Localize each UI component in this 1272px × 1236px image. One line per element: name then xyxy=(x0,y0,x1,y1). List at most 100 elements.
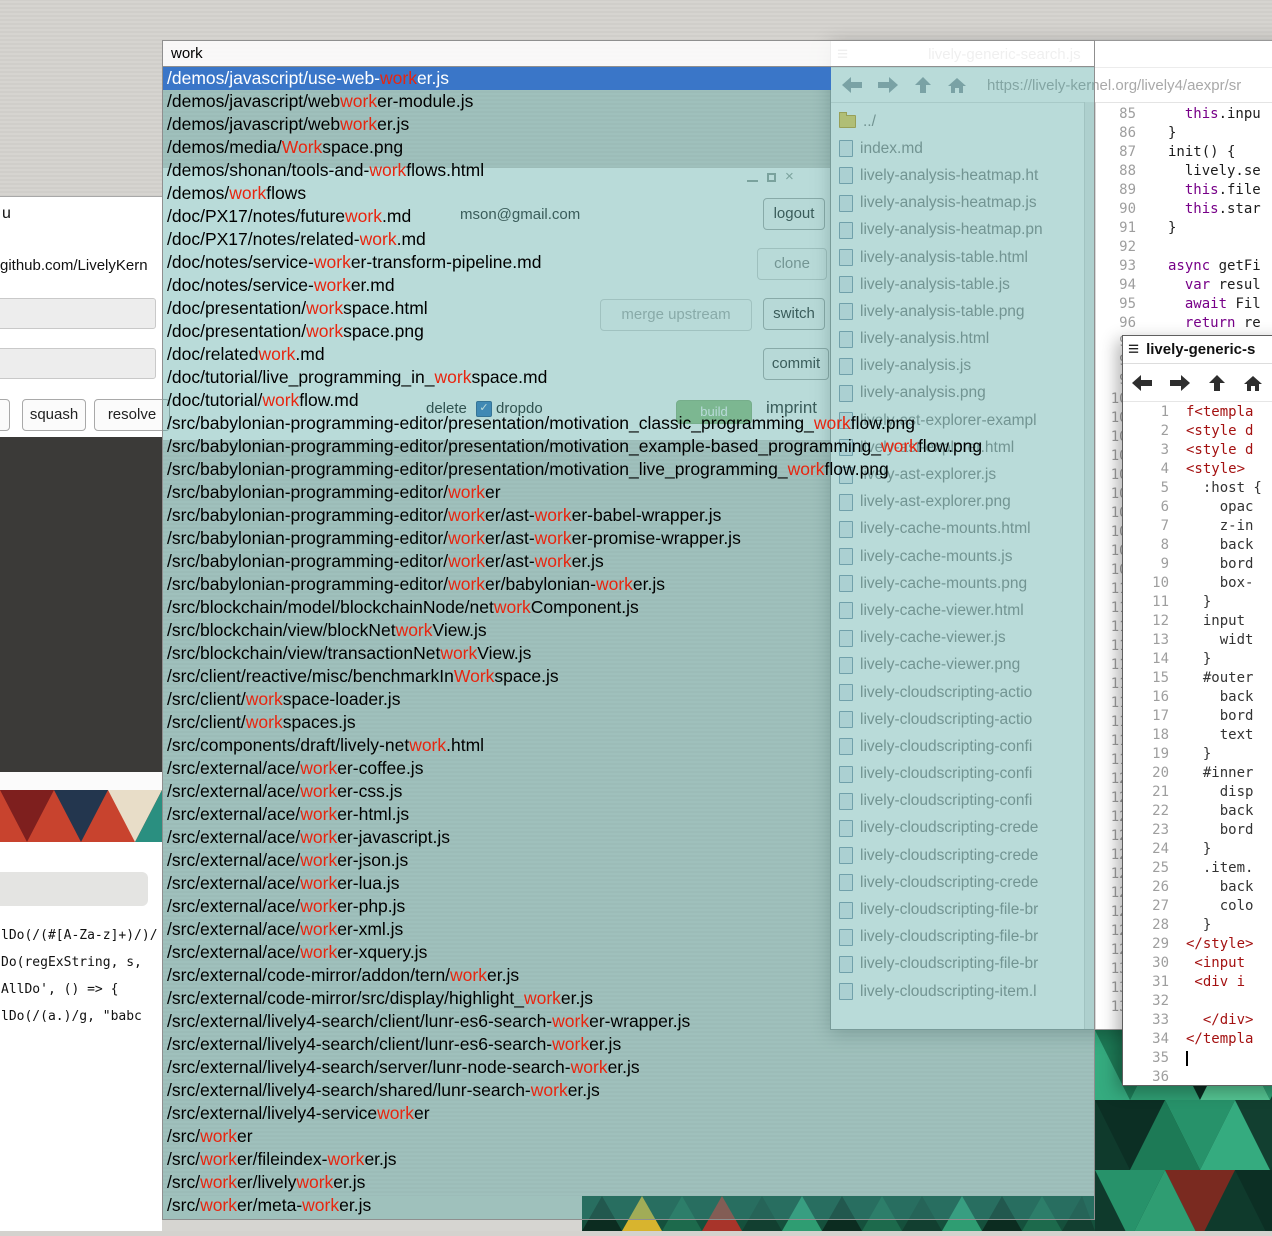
editor-line[interactable]: 20 #inner xyxy=(1123,764,1272,783)
editor-line[interactable]: 14 } xyxy=(1123,650,1272,669)
editor-line[interactable]: 24 } xyxy=(1123,840,1272,859)
search-result-item[interactable]: /src/blockchain/model/blockchainNode/net… xyxy=(163,596,1094,619)
search-result-item[interactable]: /src/blockchain/view/blockNetworkView.js xyxy=(163,619,1094,642)
editor-line[interactable]: 85 this.inpu xyxy=(1096,105,1272,124)
editor-line[interactable]: 93async getFi xyxy=(1096,257,1272,276)
editor-line[interactable]: 10 box- xyxy=(1123,574,1272,593)
search-result-item[interactable]: /src/worker/meta-worker.js xyxy=(163,1194,1094,1217)
search-result-item[interactable]: /doc/tutorial/workflow.md xyxy=(163,389,1094,412)
editor-line[interactable]: 32 xyxy=(1123,992,1272,1011)
editor-line[interactable]: 2<style d xyxy=(1123,422,1272,441)
editor-line[interactable]: 26 back xyxy=(1123,878,1272,897)
search-result-item[interactable]: /demos/media/Workspace.png xyxy=(163,136,1094,159)
search-result-item[interactable]: /src/external/code-mirror/addon/tern/wor… xyxy=(163,964,1094,987)
search-result-item[interactable]: /doc/presentation/workspace.html xyxy=(163,297,1094,320)
menu-icon[interactable]: ≡ xyxy=(1128,340,1139,359)
editor-line[interactable]: 27 colo xyxy=(1123,897,1272,916)
search-result-item[interactable]: /doc/PX17/notes/futurework.md xyxy=(163,205,1094,228)
editor-line[interactable]: 89 this.file xyxy=(1096,181,1272,200)
search-result-item[interactable]: /src/external/lively4-search/client/lunr… xyxy=(163,1010,1094,1033)
editor-line[interactable]: 17 bord xyxy=(1123,707,1272,726)
editor-line[interactable]: 18 text xyxy=(1123,726,1272,745)
editor-line[interactable]: 11 } xyxy=(1123,593,1272,612)
editor-line[interactable]: 21 disp xyxy=(1123,783,1272,802)
clipped-button[interactable]: f xyxy=(0,399,10,431)
editor-line[interactable]: 92 xyxy=(1096,238,1272,257)
resolve-button[interactable]: resolve xyxy=(94,399,170,431)
search-result-item[interactable]: /src/components/draft/lively-network.htm… xyxy=(163,734,1094,757)
search-result-item[interactable]: /src/client/reactive/misc/benchmarkInWor… xyxy=(163,665,1094,688)
editor-line[interactable]: 5 :host { xyxy=(1123,479,1272,498)
search-result-item[interactable]: /src/external/lively4-search/client/lunr… xyxy=(163,1033,1094,1056)
up-icon[interactable] xyxy=(1207,374,1227,392)
editor-line[interactable]: 28 } xyxy=(1123,916,1272,935)
search-result-item[interactable]: /src/external/ace/worker-php.js xyxy=(163,895,1094,918)
search-result-item[interactable]: /src/client/workspaces.js xyxy=(163,711,1094,734)
editor-line[interactable]: 33 </div> xyxy=(1123,1011,1272,1030)
editor-line[interactable]: 36 xyxy=(1123,1068,1272,1086)
editor-line[interactable]: 23 bord xyxy=(1123,821,1272,840)
editor-line[interactable]: 30 <input xyxy=(1123,954,1272,973)
search-result-item[interactable]: /doc/tutorial/live_programming_in_worksp… xyxy=(163,366,1094,389)
search-result-item[interactable]: /src/external/lively4-serviceworker xyxy=(163,1102,1094,1125)
left-input-field-1[interactable] xyxy=(0,298,156,329)
editor-line[interactable]: 87init() { xyxy=(1096,143,1272,162)
search-result-item[interactable]: /src/worker xyxy=(163,1125,1094,1148)
editor-line[interactable]: 13 widt xyxy=(1123,631,1272,650)
search-result-item[interactable]: /src/client/workspace-loader.js xyxy=(163,688,1094,711)
search-result-item[interactable]: /demos/workflows xyxy=(163,182,1094,205)
search-result-item[interactable]: /src/babylonian-programming-editor/worke… xyxy=(163,573,1094,596)
editor-line[interactable]: 31 <div i xyxy=(1123,973,1272,992)
search-result-item[interactable]: /src/babylonian-programming-editor/worke… xyxy=(163,527,1094,550)
editor-line[interactable]: 3<style d xyxy=(1123,441,1272,460)
search-result-item[interactable]: /doc/presentation/workspace.png xyxy=(163,320,1094,343)
search-result-item[interactable]: /src/babylonian-programming-editor/worke… xyxy=(163,481,1094,504)
search-result-item[interactable]: /src/external/ace/worker-javascript.js xyxy=(163,826,1094,849)
search-result-item[interactable]: /doc/notes/service-worker.md xyxy=(163,274,1094,297)
search-result-item[interactable]: /src/worker/fileindex-worker.js xyxy=(163,1148,1094,1171)
search-result-item[interactable]: /src/external/code-mirror/src/display/hi… xyxy=(163,987,1094,1010)
search-result-item[interactable]: /src/external/ace/worker-html.js xyxy=(163,803,1094,826)
editor-line[interactable]: 29</style> xyxy=(1123,935,1272,954)
search-result-item[interactable]: /src/babylonian-programming-editor/prese… xyxy=(163,458,1094,481)
search-result-item[interactable]: /demos/shonan/tools-and-workflows.html xyxy=(163,159,1094,182)
editor-line[interactable]: 9 bord xyxy=(1123,555,1272,574)
editor-line[interactable]: 34</templa xyxy=(1123,1030,1272,1049)
editor-line[interactable]: 90 this.star xyxy=(1096,200,1272,219)
editor-line[interactable]: 12 input xyxy=(1123,612,1272,631)
forward-icon[interactable] xyxy=(1169,374,1191,392)
search-result-item[interactable]: /src/babylonian-programming-editor/prese… xyxy=(163,435,1094,458)
search-result-item[interactable]: /src/external/ace/worker-css.js xyxy=(163,780,1094,803)
search-result-item[interactable]: /src/worker/livelyworker.js xyxy=(163,1171,1094,1194)
search-result-item[interactable]: /src/external/lively4-search/shared/lunr… xyxy=(163,1079,1094,1102)
editor-line[interactable]: 95 await Fil xyxy=(1096,295,1272,314)
search-result-item[interactable]: /src/babylonian-programming-editor/worke… xyxy=(163,550,1094,573)
home-icon[interactable] xyxy=(1243,374,1263,392)
search-result-item[interactable]: /src/external/ace/worker-coffee.js xyxy=(163,757,1094,780)
editor-title-bar[interactable]: ≡ lively-generic-s xyxy=(1123,336,1272,364)
editor-line[interactable]: 8 back xyxy=(1123,536,1272,555)
search-result-item[interactable]: /src/external/ace/worker-lua.js xyxy=(163,872,1094,895)
search-result-item[interactable]: /doc/PX17/notes/related-work.md xyxy=(163,228,1094,251)
editor-line[interactable]: 4<style> xyxy=(1123,460,1272,479)
search-result-item[interactable]: /src/babylonian-programming-editor/worke… xyxy=(163,504,1094,527)
editor-line[interactable]: 35 xyxy=(1123,1049,1272,1068)
search-result-item[interactable]: /doc/relatedwork.md xyxy=(163,343,1094,366)
editor-line[interactable]: 19 } xyxy=(1123,745,1272,764)
editor-line[interactable]: 25 .item. xyxy=(1123,859,1272,878)
template-editor[interactable]: 1f<templa2<style d3<style d4<style>5 :ho… xyxy=(1123,401,1272,1085)
editor-line[interactable]: 86} xyxy=(1096,124,1272,143)
search-result-item[interactable]: /src/external/ace/worker-json.js xyxy=(163,849,1094,872)
squash-button[interactable]: squash xyxy=(22,399,86,431)
search-result-item[interactable]: /src/babylonian-programming-editor/prese… xyxy=(163,412,1094,435)
editor-line[interactable]: 16 back xyxy=(1123,688,1272,707)
search-result-item[interactable]: /src/external/ace/worker-xquery.js xyxy=(163,941,1094,964)
search-result-item[interactable]: /src/blockchain/view/transactionNetworkV… xyxy=(163,642,1094,665)
editor-line[interactable]: 6 opac xyxy=(1123,498,1272,517)
editor-line[interactable]: 94 var resul xyxy=(1096,276,1272,295)
editor-line[interactable]: 1f<templa xyxy=(1123,403,1272,422)
editor-line[interactable]: 91} xyxy=(1096,219,1272,238)
search-result-item[interactable]: /src/external/lively4-search/server/lunr… xyxy=(163,1056,1094,1079)
search-result-item[interactable]: /demos/javascript/webworker-module.js xyxy=(163,90,1094,113)
editor-line[interactable]: 15 #outer xyxy=(1123,669,1272,688)
